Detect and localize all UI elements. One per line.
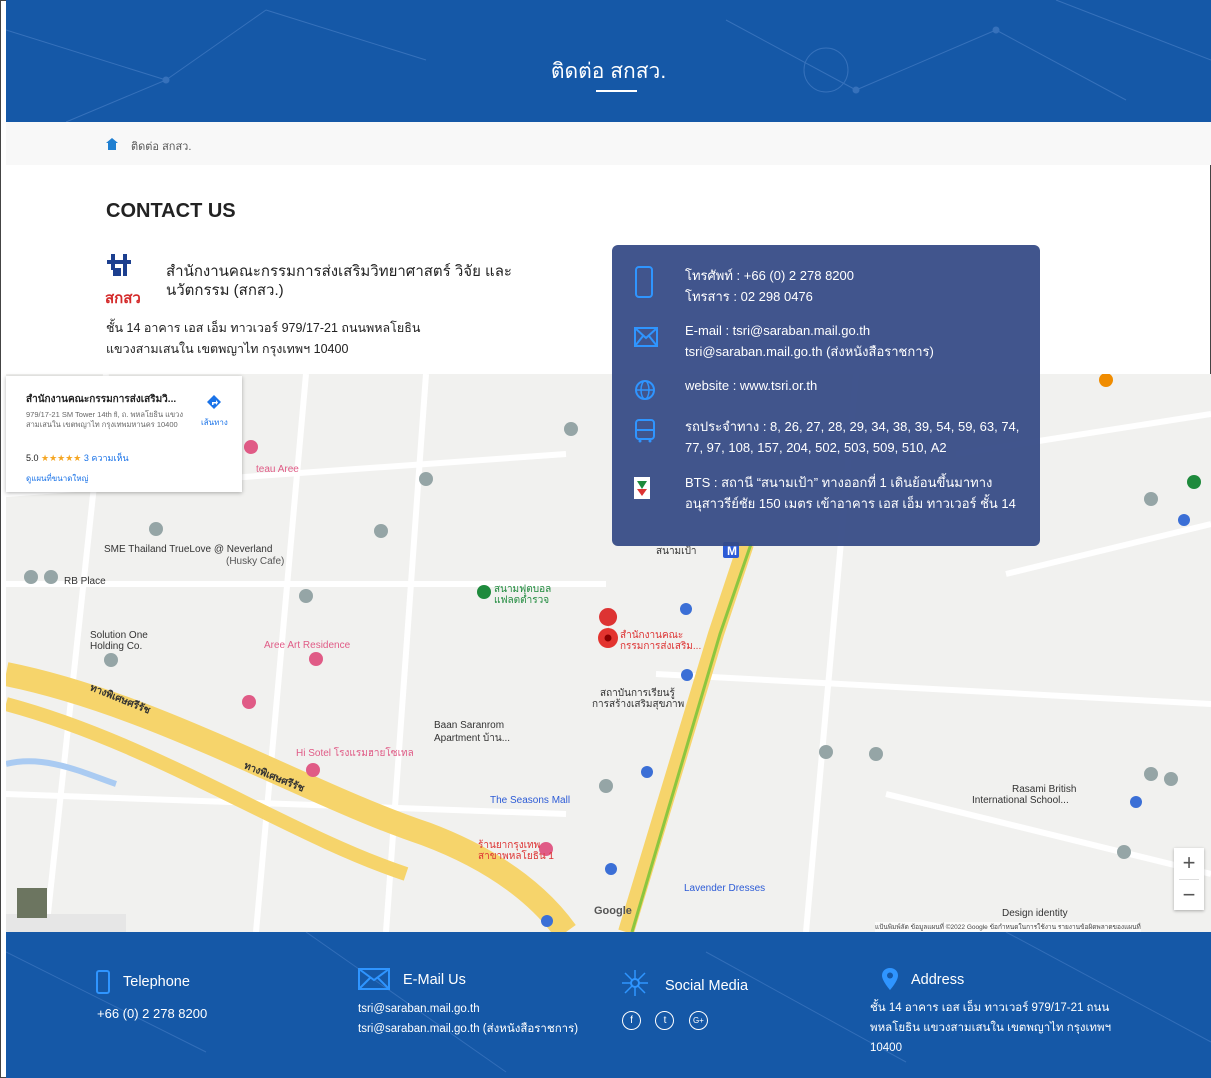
- footer-email-heading: E-Mail Us: [403, 972, 466, 988]
- google-plus-icon[interactable]: G+: [688, 1011, 708, 1030]
- directions-label[interactable]: เส้นทาง: [201, 416, 228, 429]
- location-pin-icon: [882, 968, 898, 990]
- contact-info-box: โทรศัพท์ : +66 (0) 2 278 8200 โทรสาร : 0…: [612, 245, 1040, 546]
- contact-heading: CONTACT US: [106, 200, 236, 222]
- map-label-seasons: The Seasons Mall: [490, 795, 571, 806]
- info-bus: รถประจำทาง : 8, 26, 27, 28, 29, 34, 38, …: [685, 419, 1020, 455]
- logo-text: สกสว: [105, 290, 141, 307]
- map-label-rb: RB Place: [64, 576, 106, 587]
- map-label-school: International School...: [972, 795, 1069, 806]
- map-label-sme: SME Thailand TrueLove @ Neverland: [104, 544, 273, 555]
- bts-icon: [634, 477, 650, 499]
- svg-text:M: M: [727, 544, 737, 558]
- zoom-controls[interactable]: + −: [1174, 848, 1204, 910]
- social-network-icon: [622, 970, 648, 996]
- info-bts: BTS : สถานี “สนามเป้า” ทางออกที่ 1 เดินย…: [685, 475, 1016, 511]
- org-name: สำนักงานคณะกรรมการส่งเสริมวิทยาศาสตร์ วิ…: [166, 263, 512, 299]
- footer-social-heading: Social Media: [665, 978, 749, 994]
- map-label-husky: (Husky Cafe): [226, 556, 285, 567]
- home-icon[interactable]: [106, 138, 118, 150]
- footer-telephone-value: +66 (0) 2 278 8200: [97, 1006, 208, 1021]
- title-underline: [596, 90, 637, 92]
- footer-phone-icon: [96, 970, 110, 994]
- info-email2: tsri@saraban.mail.go.th (ส่งหนังสือราชกา…: [685, 344, 934, 359]
- map-label-solution: Solution One: [90, 630, 148, 641]
- map-place-card: สำนักงานคณะกรรมการส่งเสริมวิ... 979/17-2…: [6, 376, 242, 492]
- rating-value: 5.0: [26, 453, 39, 463]
- map-label-institute2: การสร้างเสริมสุขภาพ: [592, 699, 685, 710]
- map-label-bts: สนามเป้า: [656, 546, 697, 557]
- footer-address-value: ชั้น 14 อาคาร เอส เอ็ม ทาวเวอร์ 979/17-2…: [870, 1002, 1112, 1054]
- tsri-logo: สกสว: [105, 252, 151, 308]
- place-rating: 5.0 ★★★★★ 3 ความเห็น: [26, 451, 129, 465]
- map-label-aree: Aree Art Residence: [264, 640, 351, 651]
- footer-mail-icon: [358, 968, 390, 990]
- map-label-lavender: Lavender Dresses: [684, 883, 766, 894]
- footer-telephone-heading: Telephone: [123, 974, 190, 990]
- twitter-icon[interactable]: t: [655, 1011, 675, 1030]
- map-label-rasami: Rasami British: [1012, 784, 1077, 795]
- info-fax: โทรสาร : 02 298 0476: [685, 289, 813, 304]
- place-title: สำนักงานคณะกรรมการส่งเสริมวิ...: [26, 394, 177, 405]
- map-attribution[interactable]: แป้นพิมพ์ลัด ข้อมูลแผนที่ ©2022 Google ข…: [875, 922, 1141, 932]
- map-label-design: Design identity: [1002, 908, 1068, 919]
- info-website[interactable]: website : www.tsri.or.th: [685, 375, 1030, 396]
- footer-email-2[interactable]: tsri@saraban.mail.go.th (ส่งหนังสือราชกา…: [358, 1019, 578, 1039]
- map-label-football2: แฟลตตำรวจ: [494, 595, 550, 606]
- map-label-baan: Baan Saranrom: [434, 720, 505, 731]
- globe-icon: [635, 380, 655, 400]
- phone-icon: [635, 266, 653, 298]
- reviews-link[interactable]: 3 ความเห็น: [84, 453, 129, 463]
- rating-stars: ★★★★★: [41, 453, 82, 463]
- page-title: ติดต่อ สกสว.: [550, 60, 667, 83]
- satellite-thumbnail[interactable]: [17, 888, 47, 918]
- info-phone: โทรศัพท์ : +66 (0) 2 278 8200: [685, 268, 854, 283]
- map-label-holding: Holding Co.: [90, 641, 143, 652]
- directions-icon[interactable]: [206, 394, 222, 410]
- footer-address-heading: Address: [911, 972, 965, 988]
- info-email: E-mail : tsri@saraban.mail.go.th: [685, 323, 871, 338]
- zoom-in-button[interactable]: +: [1174, 848, 1204, 879]
- mail-icon: [634, 327, 658, 347]
- map-label-hisotel: Hi Sotel โรงแรมฮายโซเทล: [296, 748, 414, 759]
- breadcrumb-current[interactable]: ติดต่อ สกสว.: [131, 137, 191, 155]
- map-label-teau: teau Aree: [256, 464, 299, 475]
- larger-map-link[interactable]: ดูแผนที่ขนาดใหญ่: [26, 472, 88, 485]
- bus-icon: [635, 419, 655, 443]
- footer-email-1[interactable]: tsri@saraban.mail.go.th: [358, 999, 480, 1019]
- org-address: ชั้น 14 อาคาร เอส เอ็ม ทาวเวอร์ 979/17-2…: [106, 321, 421, 356]
- zoom-out-button[interactable]: −: [1174, 880, 1204, 911]
- page-header: ติดต่อ สกสว.: [6, 0, 1211, 122]
- map-label-office2: กรรมการส่งเสริม...: [620, 641, 702, 652]
- facebook-icon[interactable]: f: [622, 1011, 641, 1030]
- map-label-apartment: Apartment บ้าน...: [434, 733, 511, 744]
- google-logo: Google: [594, 905, 632, 917]
- map-label-pharmacy2: สาขาพหลโยธิน 1: [478, 851, 554, 862]
- social-links: f t G+: [622, 1010, 718, 1030]
- place-address: 979/17-21 SM Tower 14th fl, ถ. พหลโยธิน …: [26, 410, 183, 429]
